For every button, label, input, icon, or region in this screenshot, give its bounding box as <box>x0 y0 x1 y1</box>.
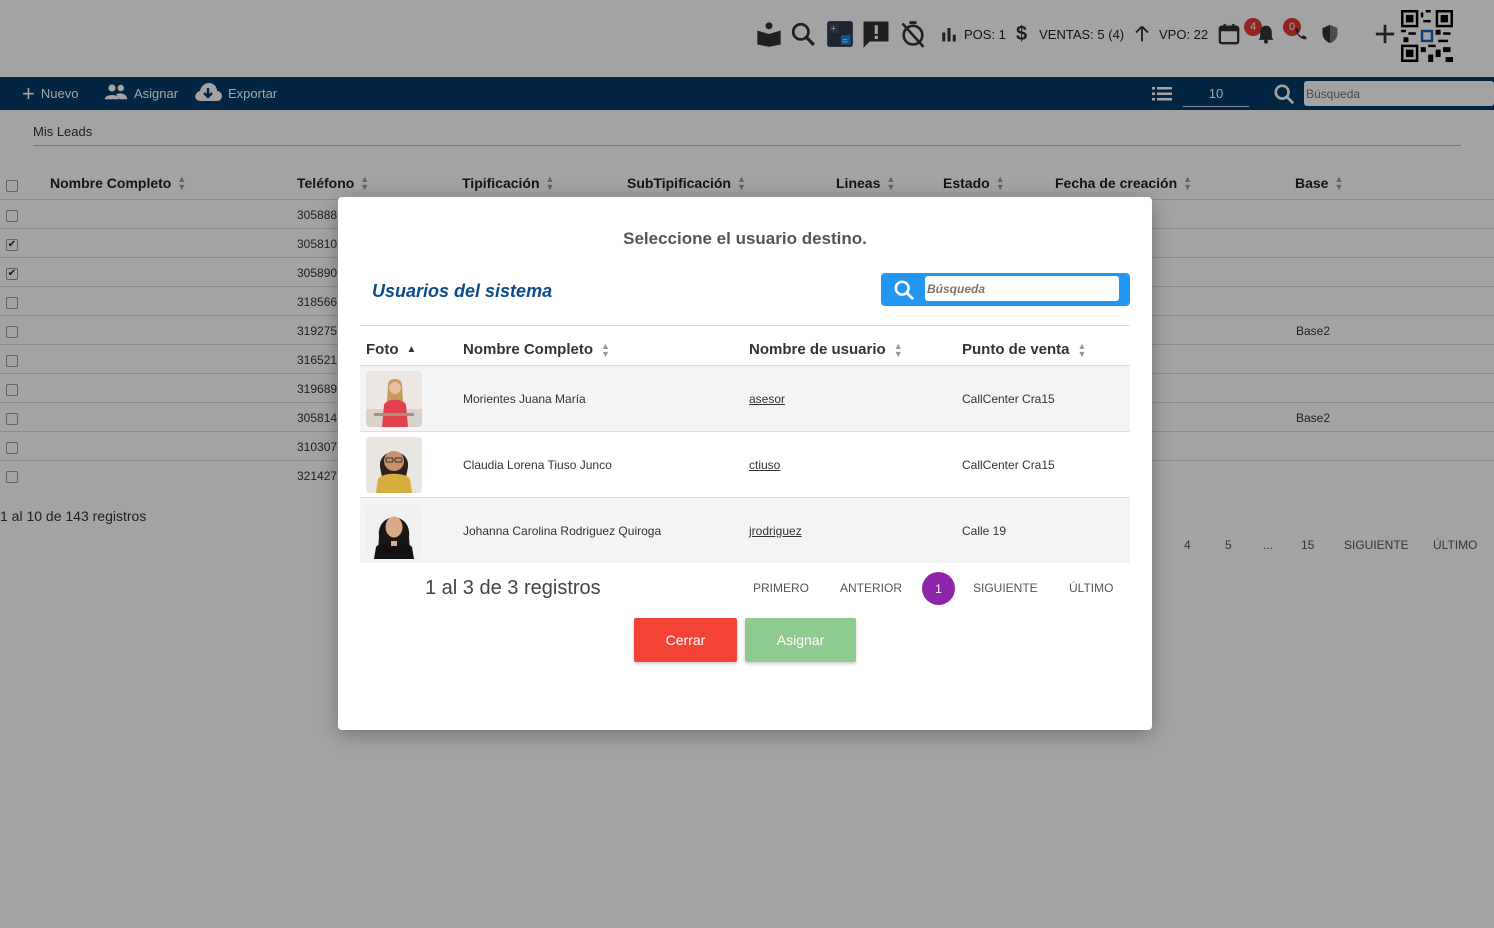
user-search-box <box>881 273 1130 306</box>
header-nombre-usuario[interactable]: Nombre de usuario ▲ ▼ <box>749 341 903 358</box>
dialog-divider <box>360 325 1130 326</box>
page-next-button[interactable]: SIGUIENTE <box>973 581 1038 595</box>
search-icon[interactable] <box>893 279 915 306</box>
sort-icon: ▲ ▼ <box>893 340 903 359</box>
user-full-name: Johanna Carolina Rodriguez Quiroga <box>463 524 662 538</box>
header-foto[interactable]: Foto ▲ <box>366 341 416 358</box>
sort-icon: ▲ ▼ <box>1077 340 1087 359</box>
close-button[interactable]: Cerrar <box>634 618 737 662</box>
username-link[interactable]: jrodriguez <box>749 524 802 538</box>
username-link[interactable]: ctiuso <box>749 458 780 472</box>
user-full-name: Claudia Lorena Tiuso Junco <box>463 458 612 472</box>
page-last-button[interactable]: ÚLTIMO <box>1069 581 1113 595</box>
sort-icon: ▲ ▼ <box>601 340 610 359</box>
user-row[interactable]: Claudia Lorena Tiuso Junco ctiuso CallCe… <box>360 431 1130 497</box>
dialog-title: Seleccione el usuario destino. <box>623 229 867 248</box>
dialog-subtitle: Usuarios del sistema <box>372 281 553 301</box>
avatar <box>366 371 422 427</box>
user-point-of-sale: CallCenter Cra15 <box>962 392 1055 406</box>
username-link[interactable]: asesor <box>749 392 785 406</box>
user-row[interactable]: Morientes Juana María asesor CallCenter … <box>360 365 1130 431</box>
user-point-of-sale: Calle 19 <box>962 524 1007 538</box>
users-records-count: 1 al 3 de 3 registros <box>425 577 601 599</box>
avatar <box>366 437 422 493</box>
page-current-button[interactable]: 1 <box>922 572 955 605</box>
assign-confirm-button[interactable]: Asignar <box>745 618 856 662</box>
user-full-name: Morientes Juana María <box>463 392 586 406</box>
assign-user-dialog: Seleccione el usuario destino. Usuarios … <box>338 197 1152 730</box>
sort-asc-icon: ▲ <box>406 344 417 355</box>
page-prev-button[interactable]: ANTERIOR <box>840 581 902 595</box>
avatar <box>366 503 422 559</box>
page-first-button[interactable]: PRIMERO <box>753 581 809 595</box>
user-row[interactable]: Johanna Carolina Rodriguez Quiroga jrodr… <box>360 497 1130 563</box>
header-nombre-completo[interactable]: Nombre Completo ▲ ▼ <box>463 341 610 358</box>
user-search-input[interactable] <box>925 276 1119 301</box>
user-point-of-sale: CallCenter Cra15 <box>962 458 1055 472</box>
header-punto-venta[interactable]: Punto de venta ▲ ▼ <box>962 341 1086 358</box>
